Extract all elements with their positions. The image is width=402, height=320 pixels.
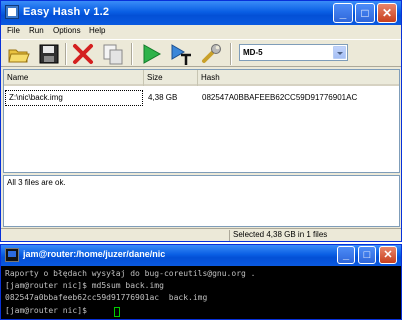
run-text-button[interactable]	[169, 42, 193, 66]
column-hash[interactable]: Hash	[198, 70, 399, 86]
algorithm-select[interactable]: MD-5	[239, 44, 348, 61]
table-row[interactable]: Z:\nic\back.img 4,38 GB 082547A0BBAFEEB6…	[4, 90, 399, 106]
close-icon: ✕	[383, 249, 393, 261]
algorithm-value: MD-5	[243, 48, 263, 57]
terminal-icon	[5, 248, 19, 262]
terminal-close-button[interactable]: ✕	[379, 246, 397, 264]
log-panel[interactable]: All 3 files are ok.	[3, 175, 400, 227]
maximize-icon: □	[363, 249, 371, 261]
cell-hash: 082547A0BBAFEEB62CC59D91776901AC	[202, 93, 358, 102]
easyhash-window: Easy Hash v 1.2 _ □ ✕ File Run Options H…	[0, 0, 402, 242]
settings-wrench-icon	[202, 44, 221, 63]
cell-size: 4,38 GB	[148, 93, 178, 102]
minimize-icon: _	[342, 249, 350, 261]
menu-bar: File Run Options Help	[1, 25, 401, 39]
toolbar-separator	[230, 43, 232, 65]
menu-file[interactable]: File	[7, 26, 20, 35]
terminal-titlebar[interactable]: jam@router:/home/juzer/dane/nic _ □ ✕	[1, 245, 401, 266]
menu-help[interactable]: Help	[89, 26, 105, 35]
delete-icon	[73, 44, 93, 64]
minimize-icon: _	[339, 6, 347, 20]
status-text: Selected 4,38 GB in 1 files	[233, 230, 328, 239]
save-icon	[39, 44, 59, 64]
settings-button[interactable]	[199, 42, 223, 66]
toolbar-separator	[131, 43, 133, 65]
status-divider	[229, 230, 230, 241]
column-name[interactable]: Name	[4, 70, 144, 86]
terminal-prompt: [jam@router nic]$	[5, 306, 92, 315]
minimize-button[interactable]: _	[333, 3, 353, 23]
copy-button[interactable]	[101, 42, 125, 66]
maximize-button[interactable]: □	[355, 3, 375, 23]
run-text-icon	[171, 44, 191, 65]
list-header: Name Size Hash	[4, 70, 399, 86]
terminal-cursor	[114, 307, 120, 317]
terminal-line: Raporty o błędach wysyłaj do bug-coreuti…	[5, 269, 256, 278]
toolbar: MD-5	[1, 39, 401, 67]
terminal-window: jam@router:/home/juzer/dane/nic _ □ ✕ Ra…	[0, 244, 402, 320]
open-folder-icon	[8, 49, 30, 63]
status-bar: Selected 4,38 GB in 1 files	[1, 228, 401, 241]
delete-button[interactable]	[71, 42, 95, 66]
save-button[interactable]	[37, 42, 61, 66]
maximize-icon: □	[361, 6, 369, 20]
terminal-output[interactable]: Raporty o błędach wysyłaj do bug-coreuti…	[1, 266, 401, 319]
close-icon: ✕	[381, 6, 393, 20]
window-title: Easy Hash v 1.2	[23, 6, 110, 18]
file-list[interactable]: Name Size Hash Z:\nic\back.img 4,38 GB 0…	[3, 69, 400, 173]
column-size[interactable]: Size	[144, 70, 198, 86]
open-button[interactable]	[7, 42, 31, 66]
terminal-title: jam@router:/home/juzer/dane/nic	[23, 249, 166, 259]
chevron-down-icon[interactable]	[333, 46, 346, 59]
run-button[interactable]	[139, 42, 163, 66]
terminal-minimize-button[interactable]: _	[337, 246, 355, 264]
app-hash-icon	[5, 5, 19, 19]
play-icon	[143, 44, 162, 64]
terminal-line: 082547a0bbafeeb62cc59d91776901ac back.im…	[5, 293, 208, 302]
terminal-maximize-button[interactable]: □	[358, 246, 376, 264]
terminal-line: [jam@router nic]$ md5sum back.img	[5, 281, 164, 290]
easyhash-titlebar[interactable]: Easy Hash v 1.2 _ □ ✕	[1, 1, 401, 25]
cell-name: Z:\nic\back.img	[5, 90, 143, 106]
menu-options[interactable]: Options	[53, 26, 81, 35]
copy-icon	[103, 44, 123, 65]
menu-run[interactable]: Run	[29, 26, 44, 35]
toolbar-separator	[65, 43, 67, 65]
close-button[interactable]: ✕	[377, 3, 397, 23]
log-message: All 3 files are ok.	[7, 178, 66, 187]
